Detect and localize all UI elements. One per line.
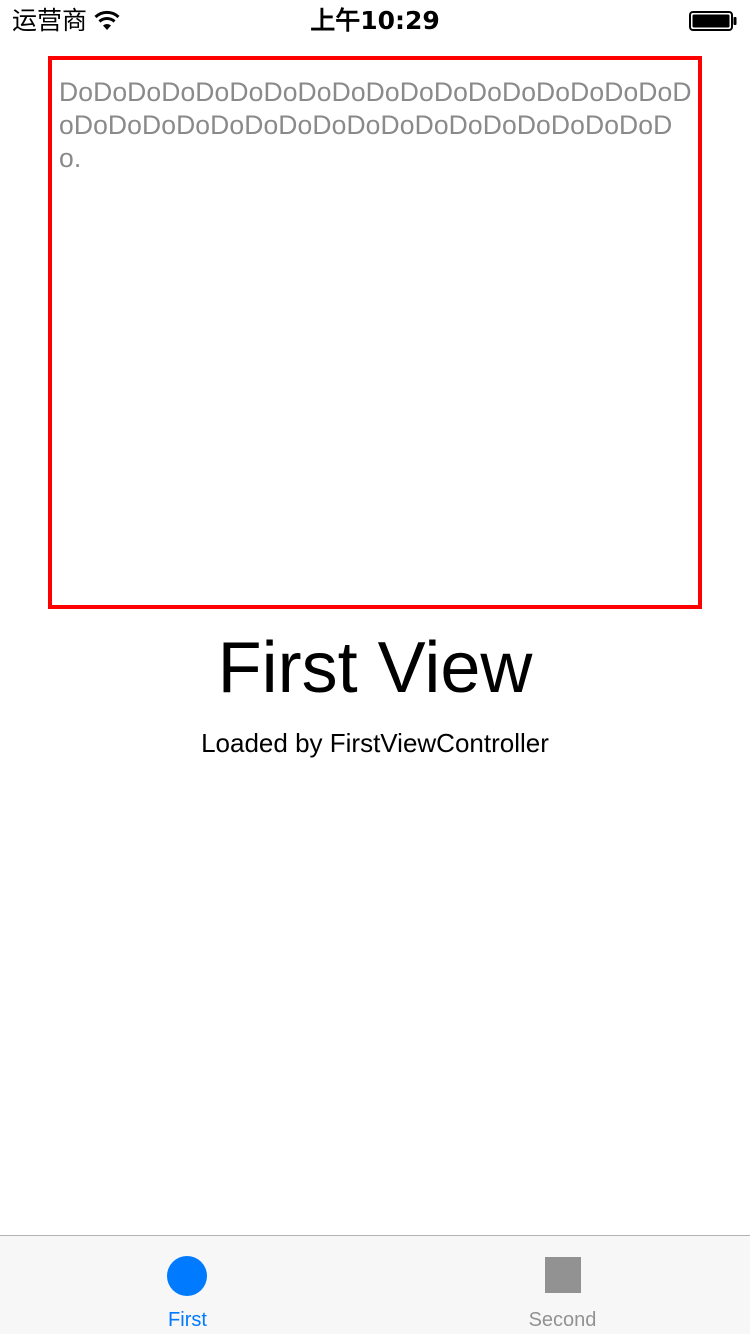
circle-icon bbox=[167, 1256, 207, 1296]
page-title: First View bbox=[217, 628, 533, 708]
screen: 运营商 上午10:29 DoDoDoDoDoDoDoDoDoDoDoDoDoDo… bbox=[0, 0, 750, 1334]
square-icon bbox=[545, 1257, 581, 1293]
page-subtitle: Loaded by FirstViewController bbox=[201, 728, 549, 758]
status-time: 上午10:29 bbox=[310, 6, 440, 35]
text-view[interactable]: DoDoDoDoDoDoDoDoDoDoDoDoDoDoDoDoDoDoDoDo… bbox=[48, 56, 702, 609]
tab-second-label: Second bbox=[528, 1309, 597, 1331]
tab-first[interactable]: First bbox=[0, 1236, 375, 1334]
tab-first-label: First bbox=[168, 1309, 207, 1331]
text-view-content[interactable]: DoDoDoDoDoDoDoDoDoDoDoDoDoDoDoDoDoDoDoDo… bbox=[52, 60, 698, 175]
battery-icon bbox=[689, 11, 737, 31]
tab-bar: First Second bbox=[0, 1235, 750, 1334]
tab-second[interactable]: Second bbox=[375, 1236, 750, 1334]
status-bar: 运营商 上午10:29 bbox=[0, 0, 750, 40]
